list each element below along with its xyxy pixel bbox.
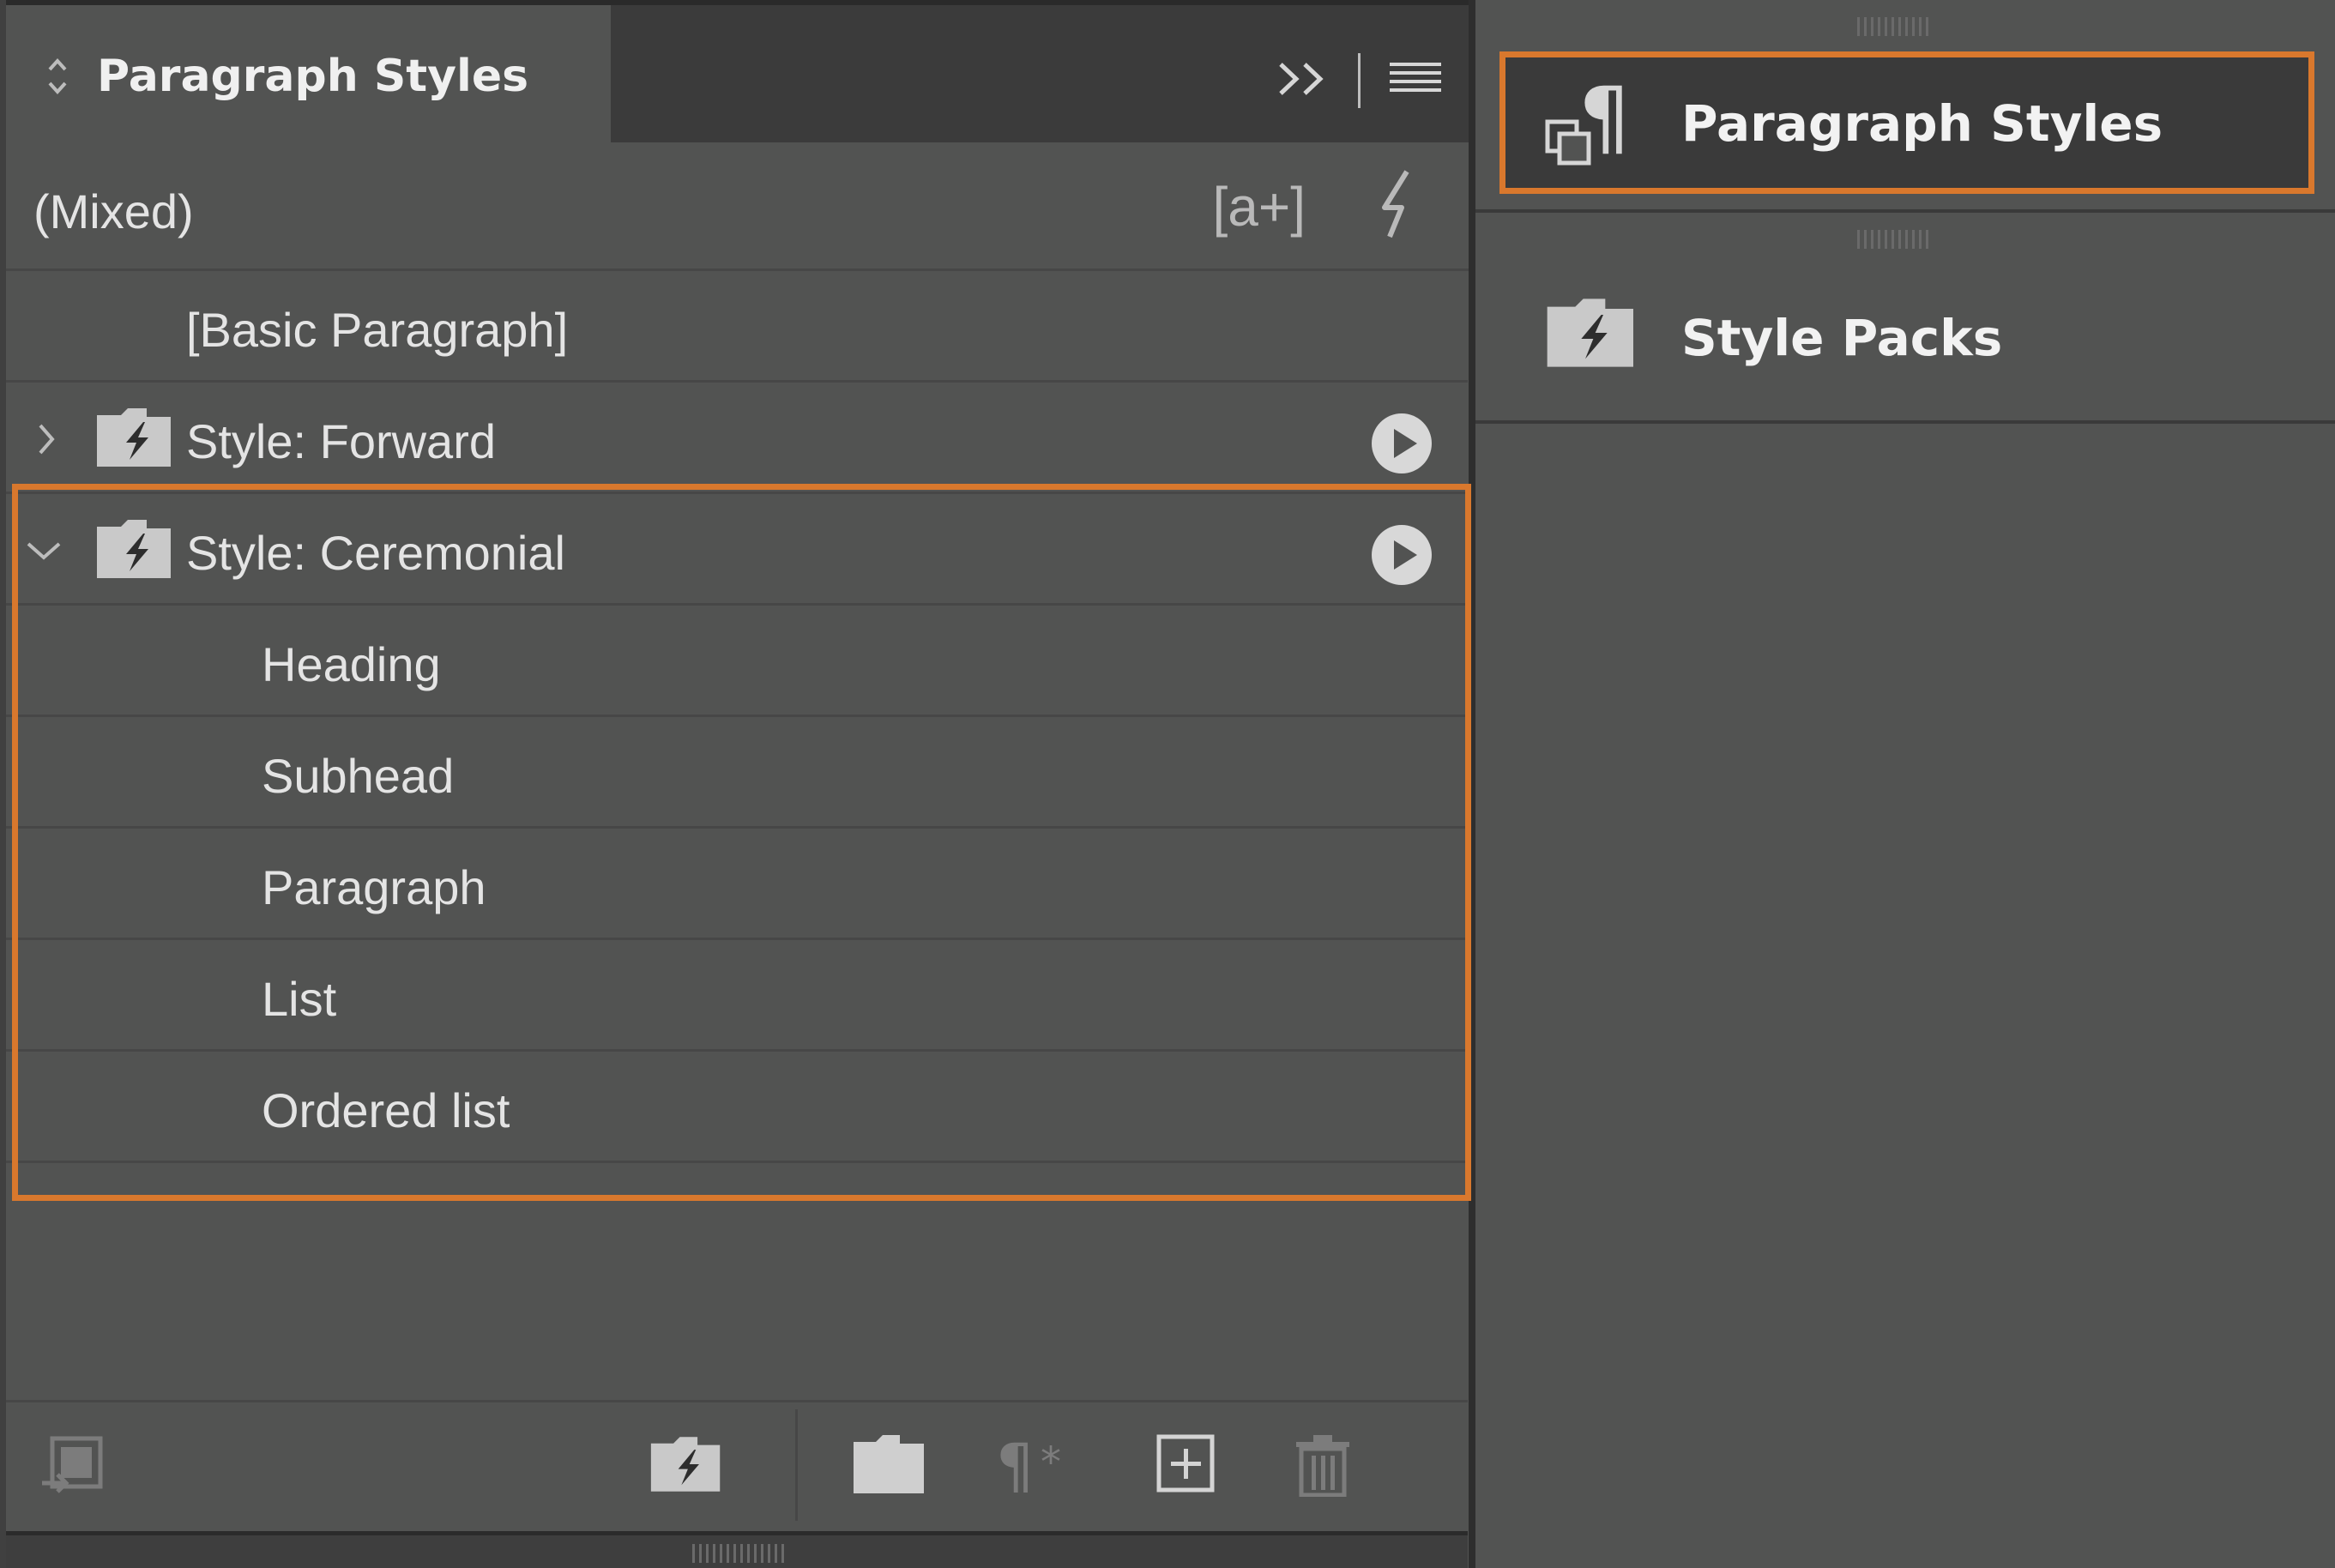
list-item-list[interactable]: List <box>6 940 1468 1052</box>
resize-grip[interactable] <box>692 1544 784 1563</box>
list-item-label: List <box>262 972 337 1026</box>
app-root: Paragraph Styles (Mixed) [a+] [Basic Par… <box>0 0 2335 1568</box>
panel-bottom-toolbar: ¶ * <box>6 1402 1468 1531</box>
clear-overrides-icon[interactable]: ¶ * <box>993 1431 1078 1501</box>
play-icon[interactable] <box>1370 523 1433 590</box>
tab-paragraph-styles[interactable]: Paragraph Styles <box>6 5 611 148</box>
play-icon[interactable] <box>1370 412 1433 479</box>
create-new-style-button[interactable]: [a+] <box>1212 175 1306 238</box>
list-item-label: Ordered list <box>262 1083 510 1137</box>
list-item-label: Paragraph <box>262 860 486 914</box>
list-item-label: Heading <box>262 637 441 691</box>
dock-item-label: Paragraph Styles <box>1681 94 2163 153</box>
collapse-panel-icon[interactable] <box>1276 57 1330 104</box>
current-style-label: (Mixed) <box>33 184 194 238</box>
paragraph-styles-panel: Paragraph Styles (Mixed) [a+] [Basic Par… <box>6 0 1475 1568</box>
chevron-right-icon[interactable] <box>33 420 59 461</box>
tools-divider <box>1358 53 1361 108</box>
list-item-label: Subhead <box>262 749 455 803</box>
svg-text:¶: ¶ <box>996 1433 1035 1495</box>
new-group-folder-icon[interactable] <box>852 1433 926 1499</box>
panel-resize-bar[interactable] <box>6 1531 1468 1568</box>
list-item-subhead[interactable]: Subhead <box>6 717 1468 829</box>
style-pack-folder-icon <box>95 518 174 583</box>
list-item-ordered-list[interactable]: Ordered list <box>6 1052 1468 1163</box>
style-pack-folder-icon <box>95 407 174 472</box>
svg-text:¶: ¶ <box>1578 77 1631 166</box>
list-item-style-forward[interactable]: Style: Forward <box>6 383 1468 494</box>
styles-list: [Basic Paragraph] Style: Forward Style: … <box>6 271 1468 1163</box>
load-styles-icon[interactable] <box>40 1433 109 1505</box>
collapsed-panel-dock: ¶ Paragraph Styles Style Packs <box>1475 0 2335 1568</box>
style-pack-folder-icon[interactable] <box>649 1433 723 1499</box>
style-packs-icon <box>1544 297 1638 372</box>
paragraph-styles-icon: ¶ <box>1544 69 1638 175</box>
list-item-basic-paragraph[interactable]: [Basic Paragraph] <box>6 271 1468 383</box>
sort-arrows-icon[interactable] <box>45 51 69 102</box>
panel-tab-bar: Paragraph Styles <box>6 0 1469 148</box>
dock-item-label: Style Packs <box>1681 309 2003 367</box>
svg-text:*: * <box>1041 1438 1061 1487</box>
dock-item-style-packs[interactable]: Style Packs <box>1475 213 2335 424</box>
panel-menu-icon[interactable] <box>1388 57 1443 104</box>
quick-apply-icon[interactable] <box>1373 168 1424 244</box>
list-item-label: Style: Forward <box>186 414 496 468</box>
panel-title: Paragraph Styles <box>97 51 529 102</box>
list-item-style-ceremonial[interactable]: Style: Ceremonial <box>6 494 1468 606</box>
list-item-paragraph[interactable]: Paragraph <box>6 829 1468 940</box>
dock-item-paragraph-styles[interactable]: ¶ Paragraph Styles <box>1475 0 2335 213</box>
list-item-label: [Basic Paragraph] <box>186 303 569 357</box>
new-style-icon[interactable] <box>1155 1433 1217 1499</box>
current-style-row: (Mixed) [a+] <box>6 142 1469 271</box>
delete-icon[interactable] <box>1293 1433 1353 1500</box>
chevron-down-icon[interactable] <box>25 539 63 568</box>
toolbar-divider <box>795 1409 798 1521</box>
list-item-label: Style: Ceremonial <box>186 526 565 580</box>
panel-tools <box>1276 46 1443 115</box>
list-item-heading[interactable]: Heading <box>6 606 1468 717</box>
